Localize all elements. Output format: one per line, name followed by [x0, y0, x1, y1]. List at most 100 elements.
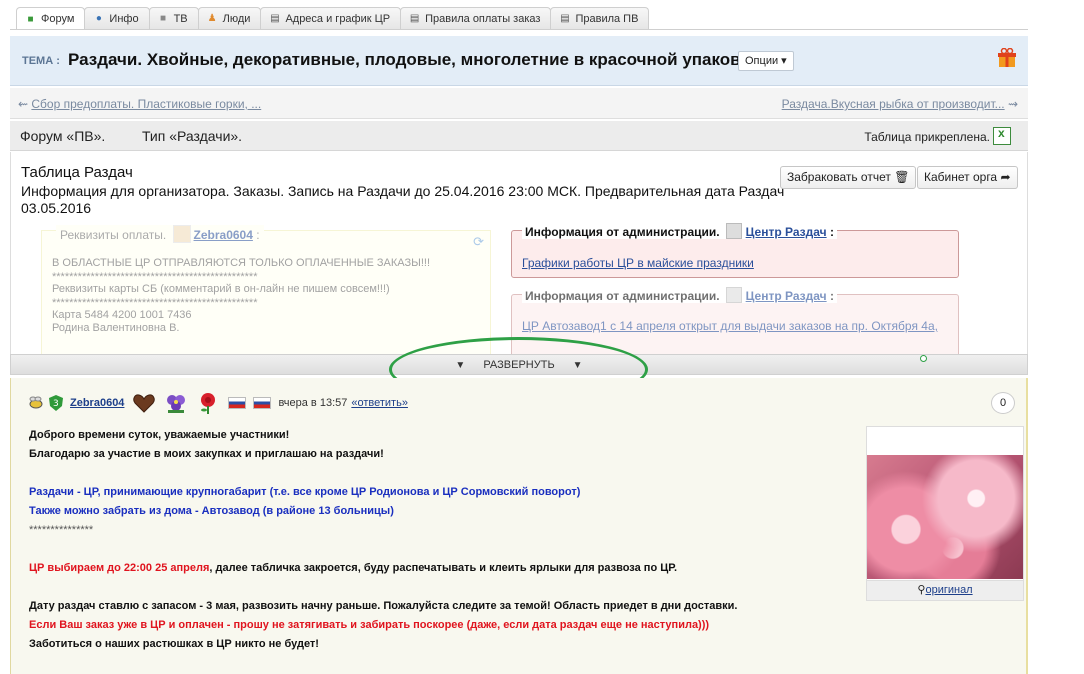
original-label: оригинал [925, 584, 973, 596]
excel-icon[interactable] [993, 126, 1011, 145]
post-line-rest: , далее табличка закроется, буду распеча… [209, 562, 678, 574]
tab-tv[interactable]: ■ ТВ [148, 7, 199, 29]
requisites-line: Родина Валентиновна В. [52, 322, 180, 334]
distribution-table-panel: Таблица Раздач Информация для организато… [10, 152, 1028, 354]
admin-info-box: Информация от администрации. Центр Раздач… [511, 223, 959, 278]
prev-topic-label: Сбор предоплаты. Пластиковые горки, ... [31, 97, 262, 111]
topic-header: ТЕМА : Раздачи. Хвойные, декоративные, п… [10, 36, 1028, 86]
post-line-highlight: ЦР выбираем до 22:00 25 апреля [29, 562, 210, 574]
bee-icon [29, 396, 43, 409]
admin-user-link[interactable]: Центр Раздач [746, 289, 827, 303]
violet-flower-icon [167, 395, 186, 413]
post-line: Дату раздач ставлю с запасом - 3 мая, ра… [29, 600, 738, 612]
admin-info-box: Информация от администрации. Центр Раздач… [511, 287, 959, 354]
post-line: Также можно забрать из дома - Автозавод … [29, 505, 394, 517]
refresh-icon[interactable]: ⟳ [473, 234, 484, 250]
tab-label: Правила ПВ [575, 12, 639, 25]
organizer-cabinet-button[interactable]: Кабинет орга ➦ [917, 166, 1018, 189]
post-line: *************** [29, 524, 94, 536]
level-shield-icon: 3 [49, 395, 63, 411]
table-title: Таблица Раздач [21, 164, 133, 181]
reject-report-label: Забраковать отчет [787, 170, 891, 184]
reject-report-button[interactable]: Забраковать отчет 🗑 [780, 166, 917, 189]
post-time: вчера в 13:57 [278, 397, 348, 409]
expand-button[interactable]: ▼ РАЗВЕРНУТЬ ▼ [10, 354, 1028, 375]
post-author-link[interactable]: Zebra0604 [70, 397, 124, 409]
tab-label: Адреса и график ЦР [285, 12, 391, 25]
topic-label: ТЕМА : [22, 55, 60, 67]
post-image-flowers[interactable] [867, 455, 1023, 579]
user-avatar-icon [725, 223, 742, 239]
post-header: 3 Zebra0604 вчера в 13:57 «ответить» [27, 391, 408, 415]
requisites-user-link[interactable]: Zebra0604 [194, 228, 253, 242]
table-description: Информация для организатора. Заказы. Зап… [21, 183, 785, 216]
svg-text:3: 3 [53, 399, 59, 409]
document-icon: ▤ [270, 13, 280, 24]
admin-user-link[interactable]: Центр Раздач [746, 225, 827, 239]
post-line: ЦР выбираем до 22:00 25 апреля, далее та… [29, 562, 677, 574]
next-topic-link[interactable]: Раздача.Вкусная рыбка от производит... ⇝ [782, 97, 1018, 111]
tab-label: ТВ [173, 12, 188, 25]
admin-info-title: Информация от администрации. [525, 225, 720, 239]
tab-label: Правила оплаты заказ [425, 12, 541, 25]
topic-type: Тип «Раздачи». [142, 128, 243, 144]
triangle-down-icon: ▼ [572, 360, 583, 371]
chocolate-heart-icon [133, 394, 156, 413]
post-line: Если Ваш заказ уже в ЦР и оплачен - прош… [29, 619, 710, 631]
tab-info[interactable]: ● Инфо [84, 7, 150, 29]
arrow-right-icon: ⇝ [1004, 97, 1018, 111]
prev-topic-link[interactable]: ⇜ Сбор предоплаты. Пластиковые горки, ..… [18, 97, 261, 111]
organizer-cabinet-label: Кабинет орга [924, 170, 998, 184]
forum-type-bar: Форум «ПВ». Тип «Раздачи». Таблица прикр… [10, 121, 1028, 151]
table-attached-text: Таблица прикреплена. [864, 130, 990, 144]
tab-pv-rules[interactable]: ▤ Правила ПВ [550, 7, 650, 29]
post-counter-badge[interactable]: 0 [991, 392, 1015, 414]
share-arrow-icon: ➦ [1000, 170, 1011, 184]
user-avatar-icon [725, 287, 742, 303]
trash-icon: 🗑 [894, 170, 910, 184]
tab-payment-rules[interactable]: ▤ Правила оплаты заказ [400, 7, 552, 29]
people-icon: ♟ [207, 13, 217, 24]
status-dot [920, 355, 927, 362]
payment-requisites-box: Реквизиты оплаты. Zebra0604 : ⟳ В ОБЛАСТ… [41, 225, 491, 354]
options-button[interactable]: Опции ▾ [738, 51, 794, 71]
gift-icon[interactable] [998, 48, 1016, 68]
tab-bar: ■ Форум ● Инфо ■ ТВ ♟ Люди ▤ Адреса и график … [16, 7, 650, 30]
admin-info-header: Информация от администрации. Центр Раздач… [522, 287, 837, 303]
post-line: Заботиться о наших растюшках в ЦР никто … [29, 638, 319, 650]
tab-people[interactable]: ♟ Люди [197, 7, 262, 29]
admin-info-title: Информация от администрации. [525, 289, 720, 303]
tab-label: Люди [222, 12, 251, 25]
post-line: Благодарю за участие в моих закупках и п… [29, 448, 384, 460]
requisites-line: ****************************************… [52, 271, 258, 283]
tab-forum[interactable]: ■ Форум [16, 7, 86, 30]
admin-info-link[interactable]: Графики работы ЦР в майские праздники [522, 256, 754, 270]
topic-title: Раздачи. Хвойные, декоративные, плодовые… [68, 50, 764, 69]
tab-addresses[interactable]: ▤ Адреса и график ЦР [260, 7, 402, 29]
video-icon: ■ [160, 13, 167, 24]
post-image-box: ⚲оригинал [866, 426, 1024, 601]
requisites-line: В ОБЛАСТНЫЕ ЦР ОТПРАВЛЯЮТСЯ ТОЛЬКО ОПЛАЧ… [52, 257, 431, 269]
rose-icon [201, 393, 216, 414]
russia-flag-icon [228, 397, 247, 409]
user-avatar-icon [172, 225, 191, 243]
admin-info-link[interactable]: ЦР Автозавод1 с 14 апреля открыт для выд… [522, 319, 938, 333]
expand-label: РАЗВЕРНУТЬ [483, 359, 555, 371]
requisites-line: ****************************************… [52, 297, 258, 309]
original-image-link[interactable]: ⚲оригинал [867, 580, 1023, 600]
triangle-down-icon: ▼ [455, 360, 466, 371]
chat-icon: ■ [27, 13, 34, 25]
post-line: Доброго времени суток, уважаемые участни… [29, 429, 290, 441]
requisites-line: Карта 5484 4200 1001 7436 [52, 309, 192, 321]
topic-navigation: ⇜ Сбор предоплаты. Пластиковые горки, ..… [10, 88, 1028, 119]
admin-info-header: Информация от администрации. Центр Раздач… [522, 223, 837, 239]
document-icon: ▤ [409, 13, 420, 24]
tab-label: Инфо [109, 12, 139, 25]
tab-label: Форум [41, 13, 75, 25]
requisites-header: Реквизиты оплаты. Zebra0604 : [56, 225, 264, 243]
russia-flag-icon [253, 397, 272, 409]
requisites-title: Реквизиты оплаты. [60, 228, 167, 242]
tab-divider [10, 29, 1028, 30]
reply-link[interactable]: «ответить» [351, 397, 408, 409]
document-icon: ▤ [560, 13, 570, 24]
